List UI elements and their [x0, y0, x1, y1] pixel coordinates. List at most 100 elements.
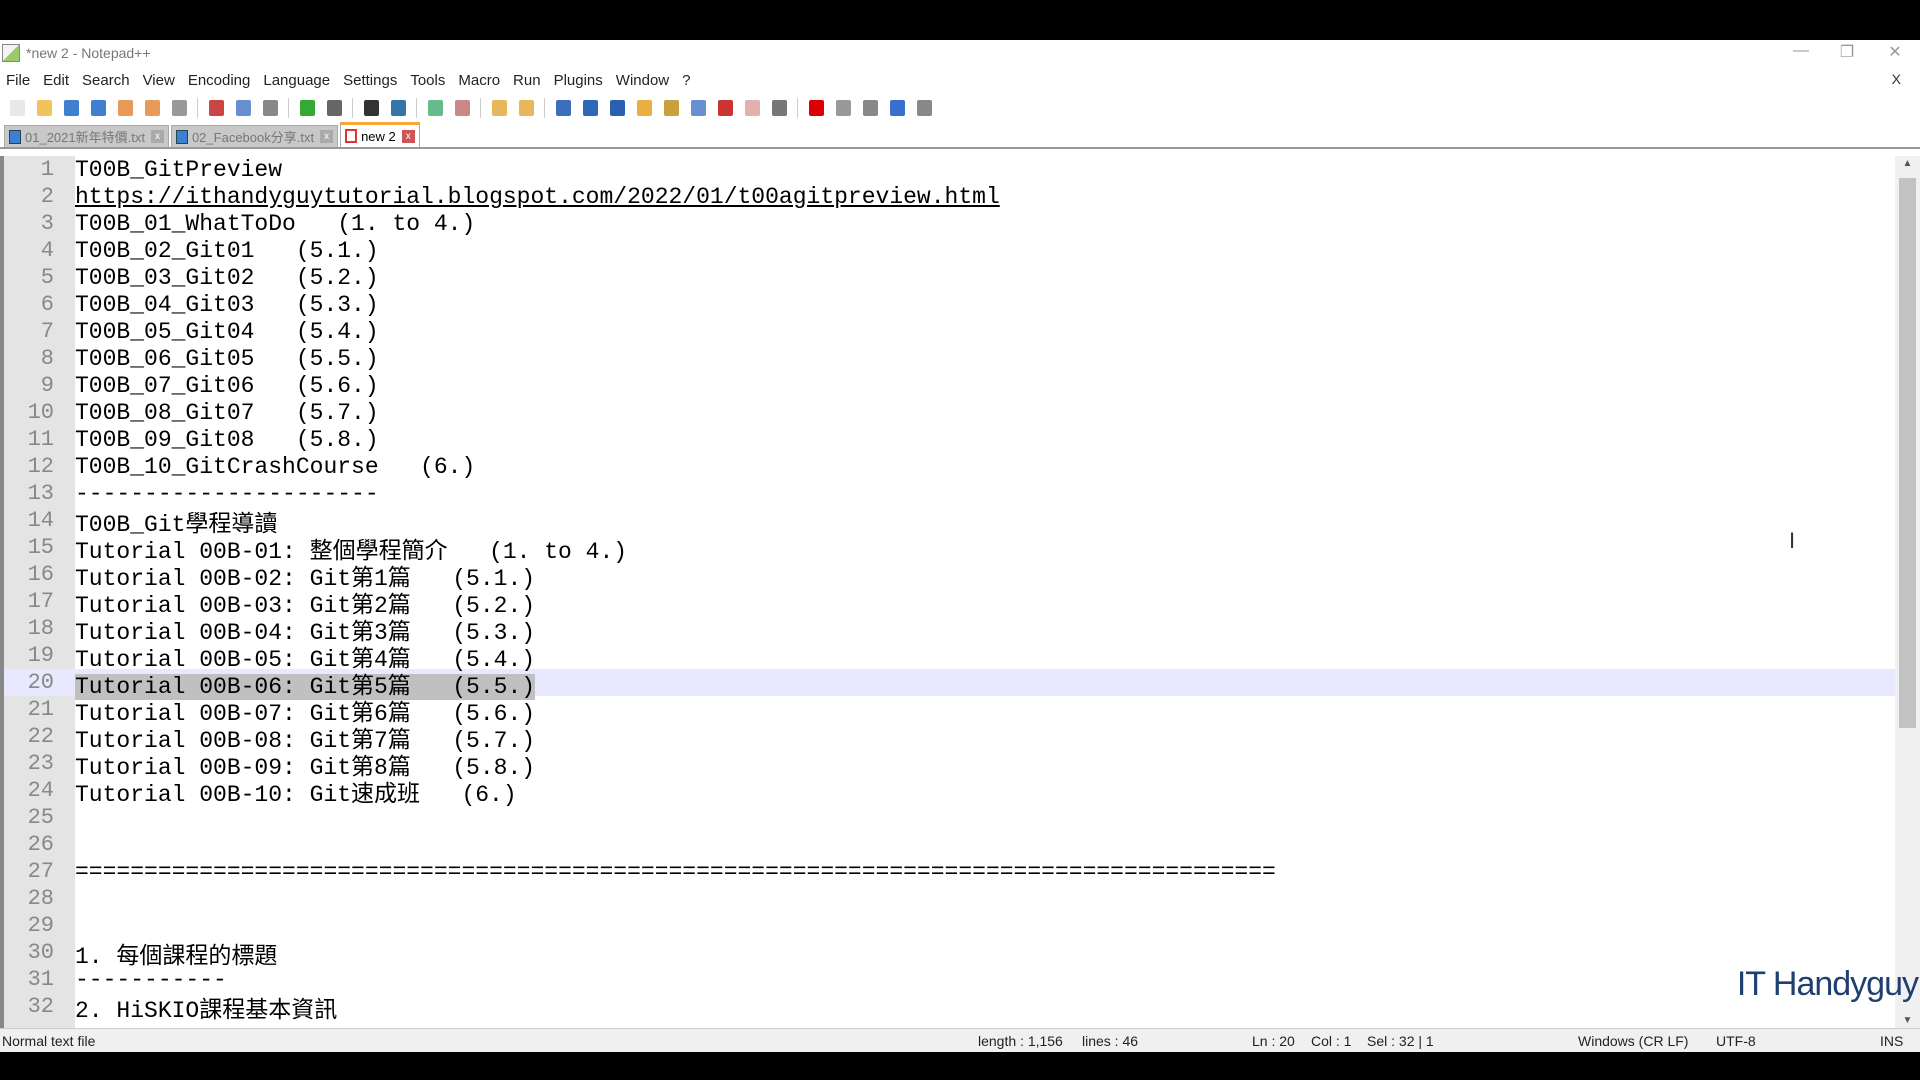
close-all-button[interactable]: [141, 97, 163, 119]
line-number: 25: [27, 805, 54, 830]
restore-button[interactable]: ❐: [1824, 42, 1870, 62]
editor-line[interactable]: 5 T00B_03_Git02 (5.2.): [4, 264, 1895, 291]
undo-button[interactable]: [296, 97, 318, 119]
replace-button[interactable]: [387, 97, 409, 119]
record-macro-button[interactable]: [805, 97, 827, 119]
minimize-button[interactable]: —: [1778, 42, 1824, 60]
close-button[interactable]: ✕: [1872, 42, 1918, 62]
close-file-button[interactable]: [114, 97, 136, 119]
play-macro-button[interactable]: [859, 97, 881, 119]
menu-tools[interactable]: Tools: [410, 72, 445, 89]
menu-plugins[interactable]: Plugins: [554, 72, 603, 89]
editor[interactable]: 1 T00B_GitPreview 2 https://ithandyguytutor…: [0, 156, 1920, 1028]
watermark-logo: IT Handyguy: [1736, 965, 1919, 1003]
cut-button[interactable]: [205, 97, 227, 119]
editor-line[interactable]: 12 T00B_10_GitCrashCourse (6.): [4, 453, 1895, 480]
file-icon: [345, 129, 358, 143]
monitoring-button[interactable]: [768, 97, 790, 119]
doc-list-button[interactable]: [741, 97, 763, 119]
stop-record-button[interactable]: [832, 97, 854, 119]
tab-2[interactable]: new 2 x: [340, 122, 420, 147]
copy-button[interactable]: [232, 97, 254, 119]
word-wrap-button[interactable]: [552, 97, 574, 119]
tab-close-icon[interactable]: x: [401, 129, 415, 143]
menu-view[interactable]: View: [143, 72, 175, 89]
status-encoding[interactable]: UTF-8: [1716, 1033, 1756, 1049]
text-area[interactable]: 1 T00B_GitPreview 2 https://ithandyguytutor…: [4, 156, 1895, 1024]
tab-close-icon[interactable]: x: [150, 130, 164, 143]
save-all-button[interactable]: [87, 97, 109, 119]
close-document-button[interactable]: X: [1892, 71, 1901, 87]
editor-line[interactable]: 7 T00B_05_Git04 (5.4.): [4, 318, 1895, 345]
redo-button[interactable]: [323, 97, 345, 119]
folder-workspace-button[interactable]: [714, 97, 736, 119]
sync-vertical-button[interactable]: [488, 97, 510, 119]
function-list-button[interactable]: [687, 97, 709, 119]
save-button[interactable]: [60, 97, 82, 119]
tab-1[interactable]: 02_Facebook分享.txt x: [170, 125, 339, 147]
status-lines: lines : 46: [1082, 1033, 1139, 1049]
line-number: 23: [27, 751, 54, 776]
editor-line[interactable]: 9 T00B_07_Git06 (5.6.): [4, 372, 1895, 399]
doc-map-button[interactable]: [660, 97, 682, 119]
print-button[interactable]: [168, 97, 190, 119]
tab-0[interactable]: 01_2021新年特價.txt x: [4, 125, 169, 147]
open-file-button[interactable]: [33, 97, 55, 119]
menu-encoding[interactable]: Encoding: [188, 72, 251, 89]
monitoring-icon: [771, 100, 787, 116]
editor-line[interactable]: 30 1. 每個課程的標題: [4, 939, 1895, 970]
editor-line[interactable]: 32 2. HiSKIO課程基本資訊: [4, 993, 1895, 1024]
editor-line[interactable]: 28: [4, 885, 1895, 912]
line-number: 16: [27, 562, 54, 587]
editor-line[interactable]: 3 T00B_01_WhatToDo (1. to 4.): [4, 210, 1895, 237]
paste-button[interactable]: [259, 97, 281, 119]
editor-line[interactable]: 10 T00B_08_Git07 (5.7.): [4, 399, 1895, 426]
menu-macro[interactable]: Macro: [458, 72, 500, 89]
zoom-out-button[interactable]: [451, 97, 473, 119]
menu-search[interactable]: Search: [82, 72, 130, 89]
editor-line[interactable]: 29: [4, 912, 1895, 939]
editor-line[interactable]: 1 T00B_GitPreview: [4, 156, 1895, 183]
editor-line[interactable]: 27 ======================================…: [4, 858, 1895, 885]
line-text: T00B_07_Git06 (5.6.): [70, 373, 379, 399]
scroll-up-arrow[interactable]: ▲: [1895, 158, 1920, 169]
zoom-in-button[interactable]: [424, 97, 446, 119]
line-number: 18: [27, 616, 54, 641]
editor-line[interactable]: 6 T00B_04_Git03 (5.3.): [4, 291, 1895, 318]
line-text: T00B_10_GitCrashCourse (6.): [70, 454, 475, 480]
editor-line[interactable]: 24 Tutorial 00B-10: Git速成班 (6.): [4, 777, 1895, 808]
scrollbar-thumb[interactable]: [1899, 178, 1916, 728]
editor-line[interactable]: 11 T00B_09_Git08 (5.8.): [4, 426, 1895, 453]
vertical-scrollbar[interactable]: ▲ ▼: [1895, 156, 1920, 1028]
udl-button[interactable]: [633, 97, 655, 119]
menu-window[interactable]: Window: [616, 72, 669, 89]
editor-line[interactable]: 25: [4, 804, 1895, 831]
menu-run[interactable]: Run: [513, 72, 541, 89]
menu-file[interactable]: File: [6, 72, 30, 89]
menu-language[interactable]: Language: [263, 72, 330, 89]
show-all-chars-button[interactable]: [579, 97, 601, 119]
line-text: T00B_04_Git03 (5.3.): [70, 292, 379, 318]
menu-edit[interactable]: Edit: [43, 72, 69, 89]
tab-close-icon[interactable]: x: [320, 130, 334, 143]
editor-line[interactable]: 4 T00B_02_Git01 (5.1.): [4, 237, 1895, 264]
toolbar: [0, 95, 1920, 121]
save-macro-button[interactable]: [913, 97, 935, 119]
run-macro-multiple-button[interactable]: [886, 97, 908, 119]
line-number: 30: [27, 940, 54, 965]
menu-help[interactable]: ?: [682, 72, 690, 89]
editor-line[interactable]: 26: [4, 831, 1895, 858]
line-content: T00B_04_Git03 (5.3.): [75, 291, 379, 318]
show-all-chars-icon: [582, 100, 598, 116]
menu-settings[interactable]: Settings: [343, 72, 397, 89]
indent-guide-button[interactable]: [606, 97, 628, 119]
scroll-down-arrow[interactable]: ▼: [1895, 1015, 1920, 1026]
editor-line[interactable]: 8 T00B_06_Git05 (5.5.): [4, 345, 1895, 372]
sync-horizontal-button[interactable]: [515, 97, 537, 119]
line-text: 2. HiSKIO課程基本資訊: [70, 990, 337, 1024]
editor-line[interactable]: 13 ----------------------: [4, 480, 1895, 507]
editor-line[interactable]: 2 https://ithandyguytutorial.blogspot.com…: [4, 183, 1895, 210]
find-button[interactable]: [360, 97, 382, 119]
status-eol[interactable]: Windows (CR LF): [1578, 1033, 1688, 1049]
new-file-button[interactable]: [6, 97, 28, 119]
